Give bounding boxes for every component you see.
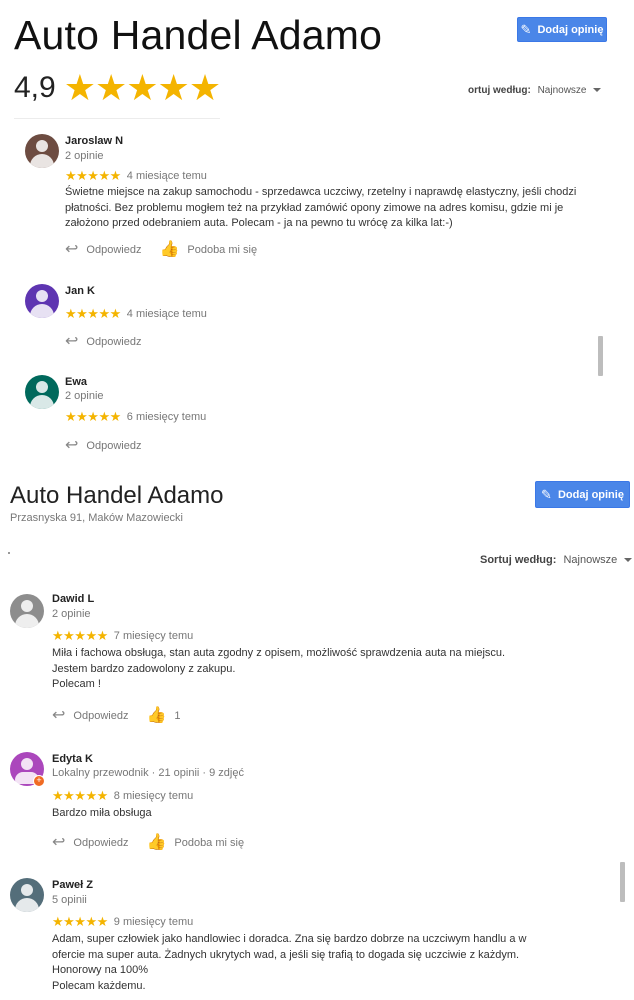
reply-button[interactable]: Odpowiedz bbox=[86, 440, 141, 452]
like-button[interactable]: Podoba mi się bbox=[187, 244, 257, 256]
thumbs-up-icon[interactable]: 👍 bbox=[146, 835, 166, 851]
review-text: Świetne miejsce na zakup samochodu - spr… bbox=[65, 186, 577, 229]
star-rating-icon: ★★★★★ bbox=[65, 168, 121, 183]
sort-dropdown[interactable]: ortuj według: Najnowsze bbox=[468, 85, 602, 96]
avatar bbox=[25, 375, 59, 409]
reviewer-name[interactable]: Edyta K bbox=[52, 753, 93, 765]
add-review-label: Dodaj opinię bbox=[557, 488, 624, 501]
divider bbox=[14, 118, 220, 119]
review-rating: ★★★★★ 4 miesiące temu bbox=[65, 168, 207, 184]
sort-dropdown[interactable]: Sortuj według: Najnowsze bbox=[480, 554, 633, 566]
sort-value: Najnowsze bbox=[537, 85, 587, 96]
avatar bbox=[10, 878, 44, 912]
reply-button[interactable]: Odpowiedz bbox=[73, 710, 128, 722]
review-time: 4 miesiące temu bbox=[126, 308, 207, 320]
reviewer-name[interactable]: Ewa bbox=[65, 376, 87, 388]
review-time: 7 miesięcy temu bbox=[113, 630, 194, 642]
sort-label: ortuj według: bbox=[468, 85, 531, 96]
review-text-line: Jestem bardzo zadowolony z zakupu. bbox=[52, 662, 236, 675]
star-rating-icon: ★★★★★ bbox=[65, 409, 121, 424]
chevron-down-icon bbox=[593, 88, 602, 93]
avatar: + bbox=[10, 752, 45, 787]
star-rating-icon: ★★★★★ bbox=[52, 914, 108, 929]
review-rating: ★★★★★ 4 miesiące temu bbox=[65, 306, 207, 322]
like-count: 1 bbox=[174, 710, 181, 722]
star-rating-icon: ★★★★★ bbox=[52, 788, 108, 803]
reviewer-name[interactable]: Jan K bbox=[65, 285, 95, 297]
reviews-panel-top: Auto Handel Adamo ✎ Dodaj opinię 4,9 ★★★… bbox=[0, 0, 634, 468]
review-text: Miła i fachowa obsługa, stan auta zgodny… bbox=[52, 646, 592, 693]
sort-value: Najnowsze bbox=[563, 554, 618, 566]
avatar bbox=[10, 594, 44, 628]
like-button[interactable]: Podoba mi się bbox=[174, 837, 244, 849]
review-time: 4 miesiące temu bbox=[126, 170, 207, 182]
review-rating: ★★★★★ 9 miesięcy temu bbox=[52, 914, 193, 930]
review-time: 6 miesięcy temu bbox=[126, 411, 207, 423]
review-time: 9 miesięcy temu bbox=[113, 916, 194, 928]
business-title: Auto Handel Adamo bbox=[10, 482, 224, 509]
review-text-line: Adam, super człowiek jako handlowiec i d… bbox=[52, 933, 527, 945]
add-review-button[interactable]: ✎ Dodaj opinię bbox=[517, 17, 607, 42]
scrollbar[interactable] bbox=[620, 862, 625, 902]
review-text: Bardzo miła obsługa bbox=[52, 807, 152, 819]
star-rating-icon: ★★★★★ bbox=[65, 306, 121, 321]
reply-icon[interactable]: ↩ bbox=[65, 334, 78, 350]
reviewer-stats: 2 opinie bbox=[65, 150, 104, 162]
reviewer-name[interactable]: Paweł Z bbox=[52, 879, 93, 891]
business-address: Przasnyska 91, Maków Mazowiecki bbox=[10, 512, 184, 524]
review-rating: ★★★★★ 8 miesięcy temu bbox=[52, 788, 193, 804]
reviewer-name[interactable]: Dawid L bbox=[52, 593, 94, 605]
review-actions: ↩ Odpowiedz bbox=[65, 438, 141, 454]
sort-label: Sortuj według: bbox=[480, 554, 557, 566]
reviewer-stats: 2 opinie bbox=[52, 608, 91, 620]
review-actions: ↩ Odpowiedz 👍 Podoba mi się bbox=[65, 242, 257, 258]
reviewer-name[interactable]: Jaroslaw N bbox=[65, 135, 123, 147]
thumbs-up-icon[interactable]: 👍 bbox=[159, 242, 179, 258]
review-text-line: Miła i fachowa obsługa, stan auta zgodny… bbox=[52, 647, 506, 659]
review-time: 8 miesięcy temu bbox=[113, 790, 194, 802]
reply-button[interactable]: Odpowiedz bbox=[86, 336, 141, 348]
avatar bbox=[25, 284, 59, 318]
pencil-icon: ✎ bbox=[520, 21, 532, 37]
rating-value: 4,9 bbox=[14, 71, 56, 104]
review-text-line: Polecam ! bbox=[52, 678, 101, 690]
reply-button[interactable]: Odpowiedz bbox=[73, 837, 128, 849]
reply-icon[interactable]: ↩ bbox=[52, 835, 65, 851]
add-review-button[interactable]: ✎ Dodaj opinię bbox=[535, 481, 630, 508]
review-text-line: ofercie ma super auta. Żadnych ukrytych … bbox=[52, 948, 520, 961]
chevron-down-icon bbox=[624, 558, 633, 563]
pencil-icon: ✎ bbox=[541, 486, 552, 502]
review-actions: ↩ Odpowiedz bbox=[65, 334, 141, 350]
overall-rating: 4,9 ★★★★★ bbox=[14, 67, 221, 108]
reply-button[interactable]: Odpowiedz bbox=[86, 244, 141, 256]
reviews-panel-bottom: Auto Handel Adamo Przasnyska 91, Maków M… bbox=[0, 468, 634, 1000]
rating-stars-icon: ★★★★★ bbox=[63, 67, 221, 108]
reviewer-stats: 2 opinie bbox=[65, 390, 104, 402]
reply-icon[interactable]: ↩ bbox=[65, 438, 78, 454]
reviewer-stats: Lokalny przewodnik · 21 opinii · 9 zdjęć bbox=[52, 767, 244, 779]
star-rating-icon: ★★★★★ bbox=[52, 628, 108, 643]
review-actions: ↩ Odpowiedz 👍 1 bbox=[52, 708, 181, 724]
reviewer-stats: 5 opinii bbox=[52, 894, 87, 906]
avatar bbox=[25, 134, 59, 168]
local-guide-badge-icon: + bbox=[33, 775, 45, 787]
thumbs-up-icon[interactable]: 👍 bbox=[146, 708, 166, 724]
business-title: Auto Handel Adamo bbox=[14, 12, 383, 58]
review-actions: ↩ Odpowiedz 👍 Podoba mi się bbox=[52, 835, 244, 851]
reply-icon[interactable]: ↩ bbox=[65, 242, 78, 258]
reply-icon[interactable]: ↩ bbox=[52, 708, 65, 724]
review-text-line: Polecam każdemu. bbox=[52, 979, 146, 992]
add-review-label: Dodaj opinię bbox=[537, 23, 604, 36]
review-text-line: Honorowy na 100% bbox=[52, 964, 149, 976]
divider bbox=[8, 552, 10, 554]
review-rating: ★★★★★ 7 miesięcy temu bbox=[52, 628, 193, 644]
scrollbar[interactable] bbox=[598, 336, 603, 376]
review-text: Adam, super człowiek jako handlowiec i d… bbox=[52, 932, 592, 994]
review-rating: ★★★★★ 6 miesięcy temu bbox=[65, 409, 206, 425]
